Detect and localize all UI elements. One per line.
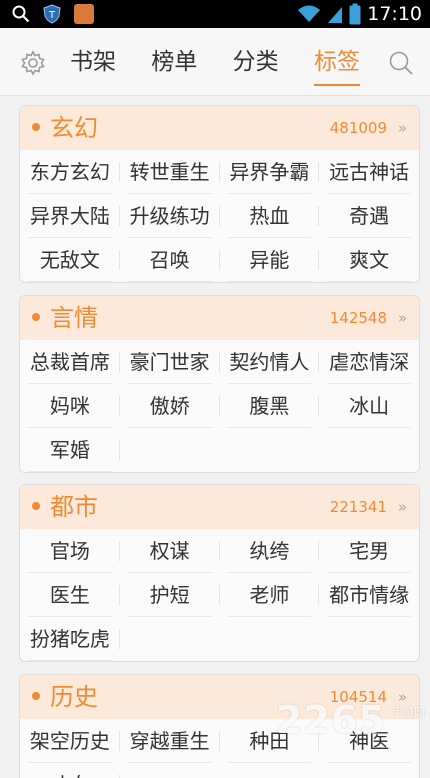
tab-rankings[interactable]: 榜单 (151, 28, 197, 96)
tag-item[interactable]: 冰山 (319, 384, 419, 428)
tag-item[interactable]: 老师 (220, 573, 320, 617)
tag-item[interactable]: 远古神话 (319, 150, 419, 194)
tag-item[interactable]: 扮猪吃虎 (20, 617, 120, 661)
category-count: 104514 (329, 688, 387, 706)
category-header[interactable]: 言情 142548 » (20, 296, 419, 340)
category-title: 都市 (50, 493, 98, 521)
bullet-dot-icon (32, 502, 40, 510)
tag-item[interactable]: 都市情缘 (319, 573, 419, 617)
shield-icon: T (43, 4, 61, 24)
bullet-dot-icon (32, 313, 40, 321)
tag-list: 玄幻 481009 » 东方玄幻 转世重生 异界争霸 远古神话 异界大陆 升级练… (0, 97, 430, 778)
tag-item[interactable]: 异界争霸 (220, 150, 320, 194)
tag-item[interactable]: 豪门世家 (120, 340, 220, 384)
bullet-dot-icon (32, 123, 40, 131)
tag-item[interactable]: 契约情人 (220, 340, 320, 384)
tag-item[interactable]: 热血 (220, 194, 320, 238)
tab-bar: 书架 榜单 分类 标签 (70, 28, 360, 96)
tag-item[interactable]: 官场 (20, 529, 120, 573)
tag-item[interactable]: 虐恋情深 (319, 340, 419, 384)
tag-grid: 架空历史 穿越重生 种田 神医 才女 (20, 719, 419, 778)
category-card-lishi: 历史 104514 » 架空历史 穿越重生 种田 神医 才女 (19, 674, 420, 778)
category-card-xuanhuan: 玄幻 481009 » 东方玄幻 转世重生 异界争霸 远古神话 异界大陆 升级练… (19, 105, 420, 283)
tag-item[interactable]: 医生 (20, 573, 120, 617)
tag-item[interactable]: 腹黑 (220, 384, 320, 428)
tag-item[interactable]: 奇遇 (319, 194, 419, 238)
category-count: 142548 (329, 309, 387, 327)
search-icon[interactable] (388, 50, 414, 76)
category-count: 481009 (329, 119, 387, 137)
more-chevron-icon[interactable]: » (398, 106, 407, 150)
more-chevron-icon[interactable]: » (398, 296, 407, 340)
more-chevron-icon[interactable]: » (398, 485, 407, 529)
category-header[interactable]: 玄幻 481009 » (20, 106, 419, 150)
battery-icon (349, 3, 361, 25)
tag-item[interactable]: 架空历史 (20, 719, 120, 763)
tag-item[interactable]: 转世重生 (120, 150, 220, 194)
tag-item[interactable]: 异界大陆 (20, 194, 120, 238)
tag-item[interactable]: 军婚 (20, 428, 120, 472)
tab-bookshelf[interactable]: 书架 (70, 28, 116, 96)
tag-item[interactable]: 总裁首席 (20, 340, 120, 384)
tag-item[interactable]: 傲娇 (120, 384, 220, 428)
tag-item[interactable]: 权谋 (120, 529, 220, 573)
tag-item[interactable]: 东方玄幻 (20, 150, 120, 194)
tag-item[interactable]: 宅男 (319, 529, 419, 573)
gear-icon[interactable] (20, 50, 46, 76)
bullet-dot-icon (32, 692, 40, 700)
tag-item[interactable]: 护短 (120, 573, 220, 617)
app-icon (74, 4, 94, 24)
tag-item[interactable]: 神医 (319, 719, 419, 763)
category-count: 221341 (329, 498, 387, 516)
category-title: 言情 (50, 304, 98, 332)
category-title: 玄幻 (50, 114, 98, 142)
tag-item[interactable]: 爽文 (319, 238, 419, 282)
tab-tags[interactable]: 标签 (313, 28, 360, 96)
tag-grid: 总裁首席 豪门世家 契约情人 虐恋情深 妈咪 傲娇 腹黑 冰山 军婚 (20, 340, 419, 472)
svg-text:T: T (48, 10, 56, 21)
top-nav: 书架 榜单 分类 标签 (0, 28, 430, 96)
category-card-yanqing: 言情 142548 » 总裁首席 豪门世家 契约情人 虐恋情深 妈咪 傲娇 腹黑… (19, 295, 420, 473)
tag-item[interactable]: 种田 (220, 719, 320, 763)
category-header[interactable]: 历史 104514 » (20, 675, 419, 719)
tag-item[interactable]: 召唤 (120, 238, 220, 282)
signal-icon (328, 7, 343, 23)
tag-item[interactable]: 妈咪 (20, 384, 120, 428)
tag-item[interactable]: 异能 (220, 238, 320, 282)
clock: 17:10 (367, 3, 422, 25)
category-header[interactable]: 都市 221341 » (20, 485, 419, 529)
category-card-dushi: 都市 221341 » 官场 权谋 纨绔 宅男 医生 护短 老师 都市情缘 扮猪… (19, 484, 420, 662)
tag-item[interactable]: 纨绔 (220, 529, 320, 573)
tag-item[interactable]: 才女 (20, 763, 120, 778)
status-bar: T 17:10 (0, 0, 430, 28)
tag-grid: 官场 权谋 纨绔 宅男 医生 护短 老师 都市情缘 扮猪吃虎 (20, 529, 419, 661)
wifi-icon (298, 5, 321, 22)
category-title: 历史 (50, 683, 98, 711)
tab-categories[interactable]: 分类 (233, 28, 279, 96)
tag-item[interactable]: 升级练功 (120, 194, 220, 238)
tag-item[interactable]: 无敌文 (20, 238, 120, 282)
tag-item[interactable]: 穿越重生 (120, 719, 220, 763)
tag-grid: 东方玄幻 转世重生 异界争霸 远古神话 异界大陆 升级练功 热血 奇遇 无敌文 … (20, 150, 419, 282)
more-chevron-icon[interactable]: » (398, 675, 407, 719)
search-icon (12, 5, 30, 23)
